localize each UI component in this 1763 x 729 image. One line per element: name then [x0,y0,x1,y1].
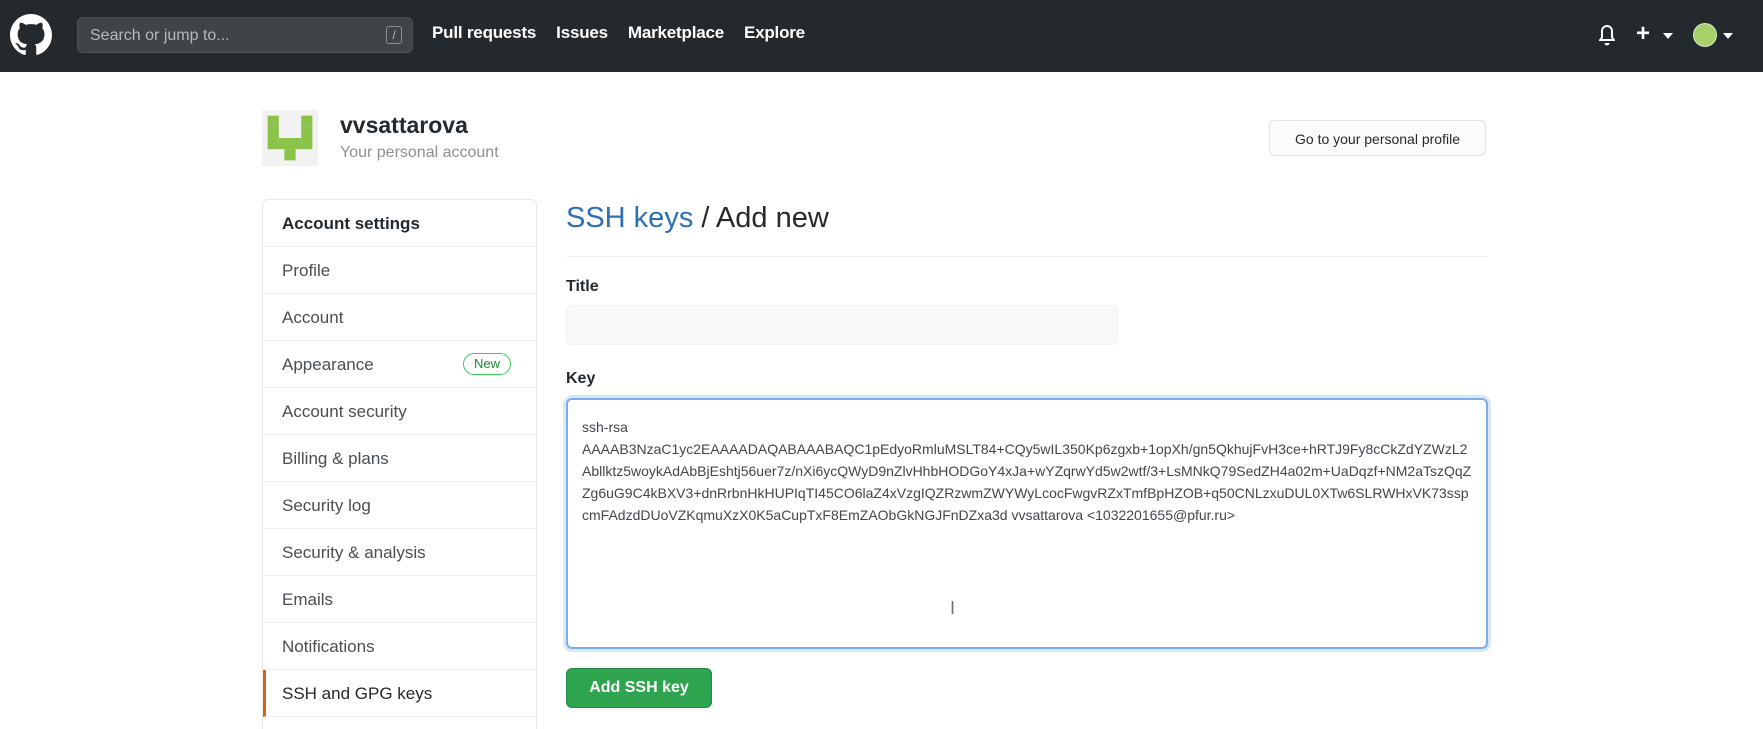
new-badge: New [463,353,512,375]
account-subtitle: Your personal account [340,144,499,161]
page-title: SSH keys / Add new [566,202,829,235]
top-header: / Pull requests Issues Marketplace Explo… [0,0,1763,72]
github-logo-icon[interactable] [10,14,52,56]
breadcrumb-ssh-keys-link[interactable]: SSH keys [566,202,693,234]
sidebar-item-label: Security & analysis [282,543,426,562]
title-field[interactable] [566,305,1118,345]
nav-explore[interactable]: Explore [744,23,805,43]
sidebar-item-security-analysis[interactable]: Security & analysis [263,529,536,576]
nav-pull-requests[interactable]: Pull requests [432,23,536,43]
chevron-down-icon[interactable] [1723,33,1733,39]
sidebar-item-appearance[interactable]: Appearance New [263,341,536,388]
sidebar-item-account-security[interactable]: Account security [263,388,536,435]
settings-sidebar: Account settings Profile Account Appeara… [262,199,537,729]
sidebar-item-label: Profile [282,261,331,280]
account-name: vvsattarova [340,112,468,138]
sidebar-item-label: Account [282,308,344,327]
account-avatar [262,110,318,166]
sidebar-item-label: Notifications [282,637,375,656]
sidebar-item-label: Appearance [282,355,374,374]
text-cursor-icon: I [950,598,956,618]
sidebar-heading: Account settings [263,200,536,247]
personal-profile-button[interactable]: Go to your personal profile [1269,120,1486,156]
sidebar-item-ssh-gpg-keys[interactable]: SSH and GPG keys [263,670,536,717]
sidebar-item-billing[interactable]: Billing & plans [263,435,536,482]
search-shortcut-key: / [386,26,402,44]
key-label: Key [566,370,596,387]
sidebar-item-profile[interactable]: Profile [263,247,536,294]
sidebar-item-label: Account security [282,402,407,421]
create-new-icon[interactable]: + [1636,20,1650,48]
bell-icon[interactable] [1597,23,1617,47]
sidebar-item-notifications[interactable]: Notifications [263,623,536,670]
sidebar-item-label: Security log [282,496,371,515]
search-box[interactable]: / [77,17,413,53]
key-textarea[interactable]: ssh-rsa AAAAB3NzaC1yc2EAAAADAQABAAABAQC1… [566,398,1488,649]
breadcrumb-current: Add new [715,202,829,234]
search-input[interactable] [88,24,352,48]
sidebar-item-security-log[interactable]: Security log [263,482,536,529]
add-ssh-key-button[interactable]: Add SSH key [566,668,712,708]
chevron-down-icon[interactable] [1663,33,1673,39]
global-nav: Pull requests Issues Marketplace Explore [432,23,805,43]
avatar[interactable] [1693,23,1717,47]
nav-issues[interactable]: Issues [556,23,608,43]
sidebar-item-account[interactable]: Account [263,294,536,341]
sidebar-item-label: SSH and GPG keys [282,684,433,703]
title-label: Title [566,278,599,295]
sidebar-item-emails[interactable]: Emails [263,576,536,623]
nav-marketplace[interactable]: Marketplace [628,23,724,43]
title-divider [566,256,1488,257]
sidebar-item-label: Emails [282,590,334,609]
breadcrumb-separator: / [693,202,716,234]
sidebar-item-label: Billing & plans [282,449,389,468]
